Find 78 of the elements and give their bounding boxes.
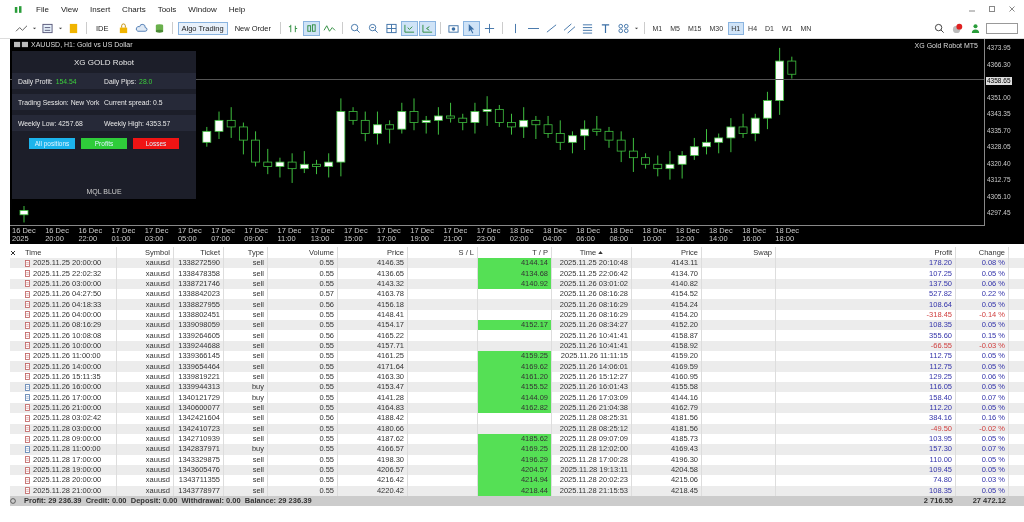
candle xyxy=(275,157,285,178)
candle xyxy=(470,102,480,135)
info-icon xyxy=(10,497,16,504)
candle xyxy=(299,150,309,174)
candle xyxy=(348,106,358,126)
candle xyxy=(604,126,614,149)
candle xyxy=(482,95,492,127)
candle xyxy=(397,102,407,135)
candle xyxy=(702,128,711,155)
caret-icon[interactable] xyxy=(633,25,639,31)
grid-icon[interactable] xyxy=(383,21,399,35)
candle xyxy=(689,137,699,161)
candle xyxy=(421,115,431,135)
candle xyxy=(360,111,370,142)
candle xyxy=(592,115,602,137)
candle xyxy=(507,113,516,136)
caret-icon[interactable] xyxy=(58,25,63,31)
channel-icon[interactable] xyxy=(561,21,577,35)
candle xyxy=(653,155,663,177)
candle xyxy=(738,113,748,139)
candle xyxy=(519,106,529,139)
panel-title: XG GOLD Robot xyxy=(73,56,135,69)
candle xyxy=(568,130,577,154)
menu-item[interactable]: Window xyxy=(188,4,217,14)
candle xyxy=(287,152,297,184)
menu-item[interactable]: View xyxy=(60,4,79,14)
search-icon[interactable] xyxy=(932,21,947,35)
shift-chart-icon[interactable] xyxy=(419,21,435,35)
candle xyxy=(239,122,248,155)
menu-item[interactable]: File xyxy=(36,4,49,14)
candle xyxy=(641,152,650,170)
candle xyxy=(763,91,772,130)
candle xyxy=(531,115,541,140)
restore-icon[interactable] xyxy=(988,5,996,13)
candle xyxy=(214,111,224,140)
candle xyxy=(543,115,553,139)
candle xyxy=(787,56,797,80)
menu-item[interactable]: Insert xyxy=(90,4,111,14)
candle xyxy=(409,97,419,131)
chart-icon xyxy=(14,41,28,48)
candle xyxy=(263,148,273,175)
app-icon xyxy=(14,4,24,14)
cloud-icon[interactable] xyxy=(133,21,149,35)
candle xyxy=(251,130,260,167)
notification-icon[interactable] xyxy=(950,21,965,35)
candle xyxy=(226,106,236,139)
candle xyxy=(714,133,724,154)
candle xyxy=(580,119,590,151)
candle xyxy=(726,117,736,153)
candle xyxy=(434,106,443,136)
scroll-chart-icon[interactable] xyxy=(401,21,417,35)
candle xyxy=(665,150,675,181)
menu-item[interactable]: Charts xyxy=(122,4,146,14)
search-field[interactable] xyxy=(986,22,1018,34)
candle xyxy=(677,150,687,180)
candle xyxy=(775,47,785,116)
candle xyxy=(324,152,334,178)
candle xyxy=(555,119,565,151)
candle xyxy=(312,159,321,175)
candle xyxy=(373,111,382,145)
candlestick-icon[interactable] xyxy=(303,21,319,35)
caret-icon[interactable] xyxy=(32,25,37,31)
candle xyxy=(629,137,638,173)
close-icon[interactable] xyxy=(10,249,16,256)
menu-item[interactable]: Help xyxy=(228,4,246,14)
sort-arrow-icon xyxy=(598,251,604,254)
candle xyxy=(19,205,29,223)
candle xyxy=(750,113,760,142)
candle xyxy=(494,104,504,128)
cursor-icon[interactable] xyxy=(463,21,479,35)
template-icon[interactable] xyxy=(40,21,55,35)
candle xyxy=(202,126,212,148)
candle xyxy=(385,119,395,144)
shapes-icon[interactable] xyxy=(615,21,631,35)
candle xyxy=(616,130,626,163)
candle xyxy=(458,113,468,131)
menu-item[interactable]: Tools xyxy=(157,4,177,14)
candle xyxy=(446,102,455,124)
